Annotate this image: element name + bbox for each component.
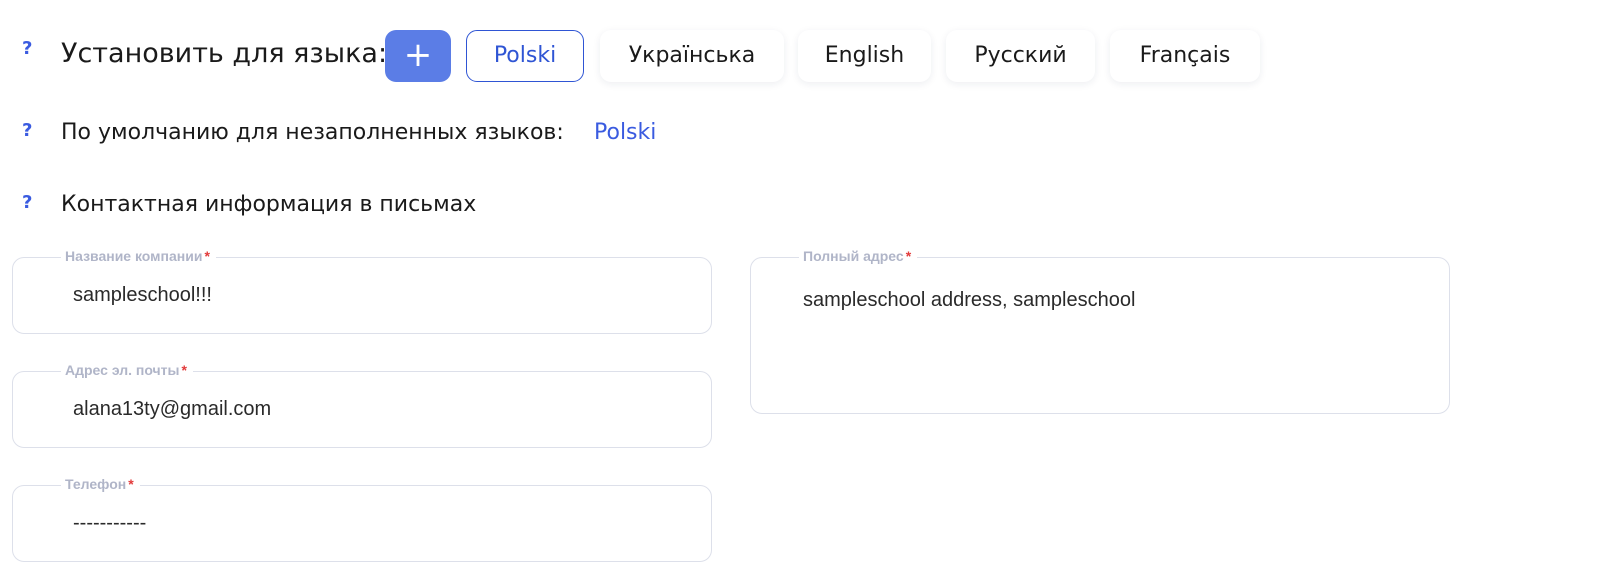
- company-name-label: Название компании *: [61, 248, 216, 264]
- email-label: Адрес эл. почты *: [61, 362, 193, 378]
- help-icon[interactable]: ?: [22, 120, 32, 141]
- lang-tab-russian[interactable]: Русский: [946, 30, 1095, 82]
- full-address-label: Полный адрес *: [799, 248, 918, 264]
- add-language-button[interactable]: +: [385, 30, 451, 82]
- company-name-value[interactable]: sampleschool!!!: [73, 284, 673, 307]
- help-icon[interactable]: ?: [22, 38, 32, 59]
- lang-tab-polski[interactable]: Polski: [466, 30, 584, 82]
- full-address-value[interactable]: sampleschool address, sampleschool: [803, 289, 1403, 312]
- company-name-field[interactable]: Название компании * sampleschool!!!: [12, 248, 712, 334]
- lang-tab-french[interactable]: Français: [1110, 30, 1260, 82]
- contact-info-title: Контактная информация в письмах: [61, 192, 477, 217]
- set-language-label: Установить для языка:: [61, 38, 388, 69]
- full-address-field[interactable]: Полный адрес * sampleschool address, samp…: [750, 248, 1450, 414]
- phone-value[interactable]: -----------: [73, 512, 673, 535]
- help-icon[interactable]: ?: [22, 192, 32, 213]
- phone-field[interactable]: Телефон * -----------: [12, 476, 712, 562]
- lang-tab-english[interactable]: English: [798, 30, 931, 82]
- default-language-label: По умолчанию для незаполненных языков:: [61, 120, 564, 145]
- lang-tab-ukrainian[interactable]: Українська: [600, 30, 784, 82]
- email-value[interactable]: alana13ty@gmail.com: [73, 398, 673, 421]
- phone-label: Телефон *: [61, 476, 140, 492]
- email-field[interactable]: Адрес эл. почты * alana13ty@gmail.com: [12, 362, 712, 448]
- default-language-link[interactable]: Polski: [594, 120, 656, 145]
